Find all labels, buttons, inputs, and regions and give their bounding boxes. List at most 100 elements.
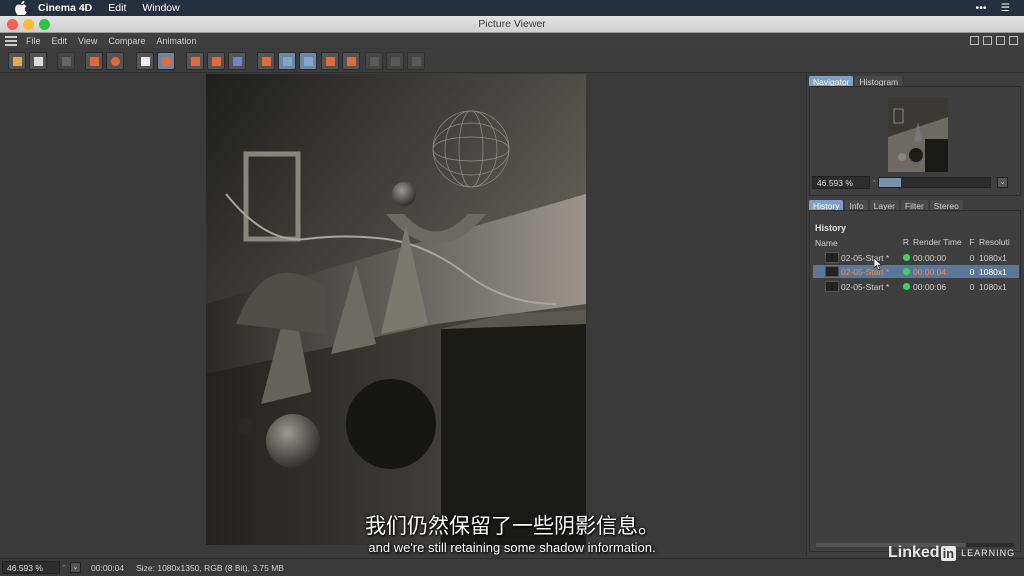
set-a-button[interactable] bbox=[321, 52, 339, 70]
grid-icon bbox=[304, 57, 313, 66]
fullscreen-icon[interactable] bbox=[1009, 36, 1018, 45]
menu-edit[interactable]: Edit bbox=[52, 36, 68, 46]
row-resolution: 1080x1 bbox=[979, 281, 1007, 292]
render-thumbnail bbox=[825, 252, 839, 263]
render-thumbnail bbox=[825, 266, 839, 277]
history-panel: History Name R Render Time F Resoluti 02… bbox=[809, 210, 1021, 552]
app-menu-bar: File Edit View Compare Animation bbox=[0, 33, 1024, 48]
row-frame: 0 bbox=[969, 252, 975, 263]
zoom-dropdown-icon[interactable]: ⌄ bbox=[997, 177, 1008, 188]
toolbar bbox=[0, 49, 1024, 73]
render-image-graphic bbox=[206, 74, 586, 545]
region-button[interactable] bbox=[85, 52, 103, 70]
navigator-zoom-field[interactable]: 46.593 % bbox=[812, 176, 870, 189]
status-time: 00:00:04 bbox=[91, 562, 125, 573]
status-zoom-dropdown-icon[interactable]: ⌄ bbox=[70, 562, 81, 573]
menu-animation[interactable]: Animation bbox=[156, 36, 196, 46]
render-status-dot bbox=[902, 283, 910, 290]
col-r[interactable]: R bbox=[899, 237, 913, 249]
menu-compare[interactable]: Compare bbox=[108, 36, 145, 46]
menu-edit[interactable]: Edit bbox=[108, 2, 126, 14]
layers-button[interactable] bbox=[157, 52, 175, 70]
panel-layout-icon[interactable] bbox=[970, 36, 979, 45]
window-close-button[interactable] bbox=[7, 19, 18, 30]
row-resolution: 1080x1 bbox=[979, 252, 1007, 263]
row-time: 00:00:04 bbox=[913, 266, 947, 277]
zoom-stepper-icon[interactable]: ⌃ bbox=[870, 179, 878, 187]
a-letter-icon bbox=[326, 57, 335, 66]
navigator-thumbnail-graphic bbox=[888, 97, 948, 172]
navigator-thumbnail[interactable] bbox=[888, 97, 948, 172]
render-status-dot bbox=[902, 268, 910, 275]
col-f[interactable]: F bbox=[965, 237, 979, 249]
save-icon bbox=[34, 57, 43, 66]
render-button[interactable] bbox=[57, 52, 75, 70]
apple-icon[interactable] bbox=[14, 1, 28, 15]
ab-compare-button[interactable] bbox=[257, 52, 275, 70]
watermark-learning: LEARNING bbox=[961, 548, 1016, 558]
crosshair-icon bbox=[90, 57, 99, 66]
display-icon bbox=[212, 57, 221, 66]
monitor-icon bbox=[233, 57, 242, 66]
row-frame: 0 bbox=[969, 281, 975, 292]
grid-a-button[interactable] bbox=[278, 52, 296, 70]
split-b-button[interactable] bbox=[386, 52, 404, 70]
watermark-linked: Linked bbox=[888, 544, 940, 561]
open-file-button[interactable] bbox=[8, 52, 26, 70]
menu-app-name[interactable]: Cinema 4D bbox=[38, 2, 92, 14]
folder-icon bbox=[13, 57, 22, 66]
row-time: 00:00:00 bbox=[913, 252, 947, 263]
status-image-info: Size: 1080x1350, RGB (8 Bit), 3.75 MB bbox=[136, 562, 284, 573]
display-a-button[interactable] bbox=[186, 52, 204, 70]
display-b-button[interactable] bbox=[207, 52, 225, 70]
window-zoom-button[interactable] bbox=[39, 19, 50, 30]
history-table-header: Name R Render Time F Resoluti bbox=[813, 237, 1019, 249]
row-resolution: 1080x1 bbox=[979, 266, 1007, 277]
linkedin-learning-watermark: Linked in LEARNING bbox=[888, 544, 1015, 562]
save-file-button[interactable] bbox=[29, 52, 47, 70]
set-b-button[interactable] bbox=[342, 52, 360, 70]
navigator-zoom-row: 46.593 % ⌃ ⌄ bbox=[812, 176, 1008, 189]
menu-view[interactable]: View bbox=[78, 36, 97, 46]
copy-button[interactable] bbox=[136, 52, 154, 70]
table-row[interactable]: 02-05-Start * 00:00:00 0 1080x1 bbox=[813, 251, 1019, 264]
table-row[interactable]: 02-05-Start * 00:00:06 0 1080x1 bbox=[813, 280, 1019, 293]
expand-icon[interactable] bbox=[983, 36, 992, 45]
navigator-panel: 46.593 % ⌃ ⌄ bbox=[809, 86, 1021, 196]
render-icon bbox=[62, 57, 71, 66]
status-zoom-stepper-icon[interactable]: ⌃ bbox=[60, 564, 68, 572]
user-button[interactable] bbox=[106, 52, 124, 70]
render-status-dot bbox=[902, 254, 910, 261]
subtitle-chinese: 我们仍然保留了一些阴影信息。 bbox=[365, 514, 659, 538]
render-image bbox=[206, 74, 586, 545]
more-icon[interactable]: ••• bbox=[976, 2, 987, 14]
image-viewer[interactable] bbox=[0, 74, 806, 556]
window-title-bar: Picture Viewer bbox=[0, 16, 1024, 33]
hamburger-menu-icon[interactable] bbox=[5, 35, 17, 46]
list-icon[interactable]: ☰ bbox=[1001, 2, 1010, 14]
zoom-slider[interactable] bbox=[878, 177, 991, 188]
display-c-button[interactable] bbox=[228, 52, 246, 70]
move-icon[interactable] bbox=[996, 36, 1005, 45]
menu-window[interactable]: Window bbox=[142, 2, 179, 14]
right-panel: Navigator Histogram 46.593 % ⌃ ⌄ History bbox=[806, 74, 1024, 556]
b-letter-icon bbox=[347, 57, 356, 66]
watermark-in: in bbox=[940, 545, 957, 561]
grid-b-button[interactable] bbox=[299, 52, 317, 70]
split-c-button[interactable] bbox=[407, 52, 425, 70]
split-a-button[interactable] bbox=[365, 52, 383, 70]
user-icon bbox=[111, 57, 120, 66]
layers-icon bbox=[162, 57, 171, 66]
history-section-title: History bbox=[815, 223, 847, 233]
status-zoom-field[interactable]: 46.593 % bbox=[2, 561, 60, 574]
split-icon bbox=[370, 57, 379, 66]
row-frame: 0 bbox=[969, 266, 975, 277]
menu-file[interactable]: File bbox=[26, 36, 41, 46]
ab-icon bbox=[262, 57, 271, 66]
subtitle-english: and we're still retaining some shadow in… bbox=[368, 540, 656, 555]
window-minimize-button[interactable] bbox=[23, 19, 34, 30]
col-render-time[interactable]: Render Time bbox=[913, 237, 965, 249]
table-row-selected[interactable]: 02-05-Start * 00:00:04 0 1080x1 bbox=[813, 265, 1019, 278]
col-resolution[interactable]: Resoluti bbox=[979, 237, 1019, 249]
col-name[interactable]: Name bbox=[813, 237, 899, 249]
